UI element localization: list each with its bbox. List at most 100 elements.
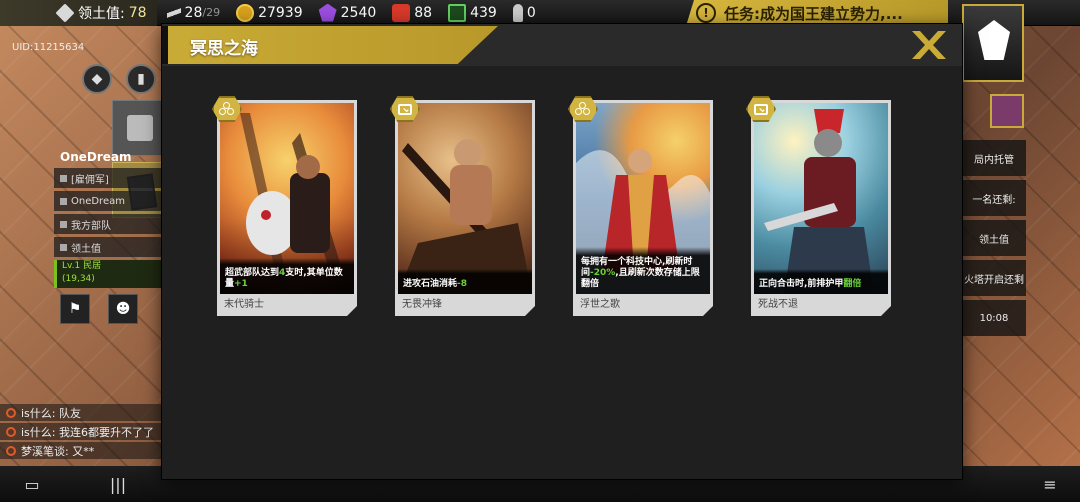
energy-max: /29 [202, 6, 221, 19]
coords-label: (19,34) [62, 274, 95, 284]
modal-title: 冥思之海 [190, 39, 258, 59]
chat-button[interactable]: ▭ [12, 470, 52, 498]
speech-bubble-icon: ▭ [24, 474, 40, 494]
bot-button[interactable]: ☻ [108, 294, 138, 324]
row-label: [雇佣军] [71, 174, 109, 186]
player-avatar[interactable] [962, 4, 1024, 82]
chip-value: 439 [470, 4, 497, 21]
puzzle-tile-button[interactable] [112, 100, 168, 156]
chat-text: is什么: 我连6都要升不了了 [21, 425, 154, 439]
compass-icon: ◆ [91, 71, 103, 87]
checkbox-icon [60, 243, 67, 251]
gold-resource[interactable]: 27939 [236, 0, 303, 26]
chat-dot-icon [6, 445, 16, 456]
card-description: 超武部队达到4支时,其单位数量+1 [220, 258, 354, 294]
card-description: 每拥有一个科技中心,刷新时间-20%,且刷新次数存储上限翻倍 [576, 247, 710, 294]
card-floating-world-song[interactable]: 每拥有一个科技中心,刷新时间-20%,且刷新次数存储上限翻倍 浮世之歌 [573, 100, 713, 316]
right-timer: 10:08 [962, 300, 1026, 336]
card-description: 进攻石油消耗-8 [398, 269, 532, 294]
gem-resource[interactable]: 2540 [318, 0, 377, 26]
flag-button[interactable]: ⚑ [60, 294, 90, 324]
card-fearless-charge[interactable]: 进攻石油消耗-8 无畏冲锋 [395, 100, 535, 316]
oil-value: 88 [414, 4, 433, 21]
card-fight-to-death[interactable]: 正向合击时,前排护甲翻倍 死战不退 [751, 100, 891, 316]
energy-value: 28 [184, 4, 203, 21]
audio-wave-icon: ||| [109, 474, 127, 494]
row-label: OneDream [71, 195, 125, 207]
gold-value: 27939 [258, 4, 303, 21]
card-select-modal: 冥思之海 超武部队达到4支时,其单位数量+1 末代骑士 进攻石油消耗-8 无畏冲… [162, 24, 962, 479]
ammo-resource[interactable]: 0 [512, 0, 536, 26]
energy-resource[interactable]: 28/29 [166, 0, 221, 26]
lightning-icon [166, 3, 181, 22]
cards-shortcut-button[interactable]: ▮ [126, 64, 156, 94]
gladiator-illustration [754, 103, 888, 294]
territory-resource[interactable]: 领土值: 78 [0, 0, 157, 26]
territory-label: 领土值: [78, 5, 125, 22]
chat-line: is什么: 队友 [0, 404, 170, 421]
chat-line: is什么: 我连6都要升不了了 [0, 423, 170, 440]
chip-resource[interactable]: 439 [448, 0, 497, 26]
territory-value: 78 [128, 4, 147, 21]
chip-icon [448, 3, 467, 22]
task-icon: ! [696, 3, 716, 23]
card-art: 超武部队达到4支时,其单位数量+1 [220, 103, 354, 294]
chat-feed[interactable]: is什么: 队友 is什么: 我连6都要升不了了 梦溪笔谈: 又** [0, 404, 170, 461]
compass-button[interactable]: ◆ [82, 64, 112, 94]
card-last-knight[interactable]: 超武部队达到4支时,其单位数量+1 末代骑士 [217, 100, 357, 316]
robot-icon: ☻ [115, 301, 131, 317]
card-name: 无畏冲锋 [402, 299, 442, 310]
modal-header: 冥思之海 [162, 24, 962, 66]
card-name: 末代骑士 [224, 299, 264, 310]
auto-manage-button[interactable]: 局内托管 [962, 140, 1026, 176]
hamburger-icon: ≡ [1043, 474, 1057, 494]
purple-gem-icon [318, 3, 337, 22]
checkbox-icon [60, 197, 67, 205]
chat-dot-icon [6, 407, 16, 418]
card-name: 浮世之歌 [580, 299, 620, 310]
chat-dot-icon [6, 426, 16, 437]
oil-barrel-icon [392, 3, 411, 22]
close-button[interactable] [908, 28, 950, 62]
flag-icon: ⚑ [68, 301, 82, 317]
card-name: 死战不退 [758, 299, 798, 310]
task-banner[interactable]: ! 任务:成为国王建立势力,... [686, 0, 948, 26]
voice-button[interactable]: ||| [98, 470, 138, 498]
player-row-faction[interactable]: [雇佣军] [54, 168, 162, 188]
oil-resource[interactable]: 88 [392, 0, 432, 26]
task-label: 任务:成为国王建立势力,... [724, 4, 903, 23]
user-id: UID:11215634 [12, 42, 85, 53]
player-row-name[interactable]: OneDream [54, 191, 162, 211]
warrior-illustration [398, 103, 532, 294]
right-info-3: 火塔开启还剩 [962, 260, 1026, 296]
player-panel: OneDream [雇佣军] OneDream 我方部队 领土值 Lv.1 民居… [54, 150, 162, 288]
territory-icon [55, 2, 75, 23]
chat-text: is什么: 队友 [21, 406, 81, 420]
bullet-icon [512, 3, 523, 22]
card-description: 正向合击时,前排护甲翻倍 [754, 269, 888, 294]
checkbox-icon [60, 220, 67, 228]
row-label: 领土值 [71, 243, 101, 255]
menu-button[interactable]: ≡ [1030, 470, 1070, 498]
gold-coin-icon [236, 3, 255, 22]
level-label: Lv.1 民居 [62, 261, 102, 271]
card-art: 进攻石油消耗-8 [398, 103, 532, 294]
player-name: OneDream [60, 150, 132, 164]
card-art: 每拥有一个科技中心,刷新时间-20%,且刷新次数存储上限翻倍 [576, 103, 710, 294]
chat-text: 梦溪笔谈: 又** [21, 444, 95, 458]
close-icon [912, 31, 946, 59]
player-level: Lv.1 民居 (19,34) [54, 260, 162, 288]
card-icon: ▮ [137, 71, 145, 87]
chat-line: 梦溪笔谈: 又** [0, 442, 170, 459]
right-info-2: 领土值 [962, 220, 1026, 256]
ally-avatar[interactable] [990, 94, 1024, 128]
row-label: 我方部队 [71, 220, 111, 232]
right-info-1: 一名还剩: [962, 180, 1026, 216]
right-info-panel: 局内托管 一名还剩: 领土值 火塔开启还剩 10:08 [962, 140, 1026, 340]
checkbox-icon [60, 174, 67, 182]
player-row-units[interactable]: 我方部队 [54, 214, 162, 234]
player-row-territory[interactable]: 领土值 [54, 237, 162, 257]
ammo-value: 0 [526, 4, 536, 21]
gem-value: 2540 [340, 4, 377, 21]
card-art: 正向合击时,前排护甲翻倍 [754, 103, 888, 294]
